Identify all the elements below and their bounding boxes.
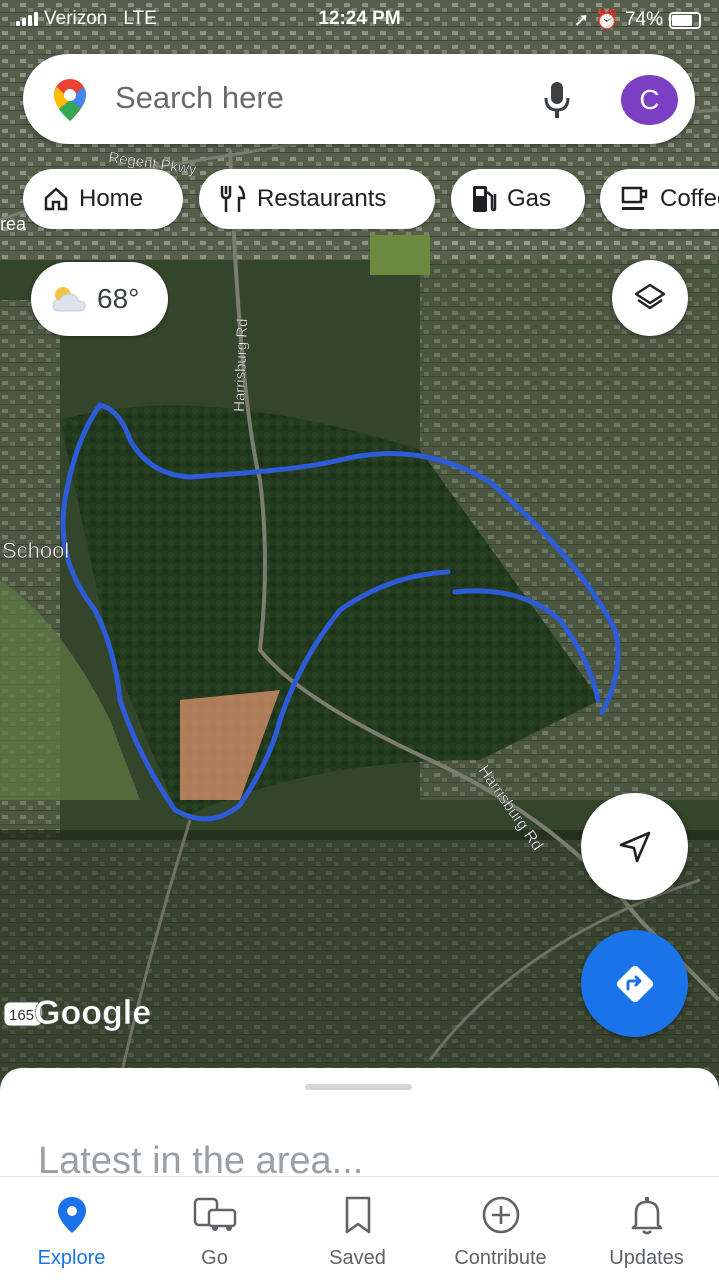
nav-go-label: Go bbox=[201, 1247, 228, 1269]
search-input[interactable]: Search here bbox=[115, 80, 284, 116]
nav-contribute[interactable]: Contribute bbox=[429, 1195, 572, 1270]
map-label-harrisburg-1: Harrisburg Rd bbox=[231, 318, 251, 412]
map-label-school: School bbox=[2, 538, 69, 563]
home-icon bbox=[44, 187, 68, 211]
coffee-cup-icon bbox=[621, 186, 648, 210]
add-circle-icon bbox=[482, 1196, 519, 1234]
chip-coffee[interactable]: Coffee bbox=[600, 169, 719, 229]
navigation-arrow-icon bbox=[619, 831, 650, 862]
chip-gas[interactable]: Gas bbox=[451, 169, 585, 229]
sheet-drag-handle[interactable] bbox=[305, 1084, 412, 1090]
layers-button[interactable] bbox=[612, 260, 688, 336]
status-bar: Verizon LTE 12:24 PM ➚ ⏰ 74% bbox=[0, 0, 719, 40]
alarm-icon: ⏰ bbox=[595, 10, 619, 31]
nav-updates[interactable]: Updates bbox=[575, 1195, 718, 1270]
bell-icon bbox=[631, 1197, 662, 1235]
directions-icon bbox=[616, 965, 653, 1002]
fork-knife-icon bbox=[220, 185, 246, 212]
directions-button[interactable] bbox=[581, 930, 688, 1037]
search-bar[interactable]: Search here C bbox=[23, 54, 695, 144]
battery-percent: 74% bbox=[624, 9, 663, 30]
account-avatar[interactable]: C bbox=[621, 75, 678, 125]
weather-temperature: 68° bbox=[97, 283, 140, 314]
google-maps-logo-icon bbox=[54, 79, 86, 121]
bookmark-icon bbox=[345, 1196, 370, 1234]
nav-go[interactable]: Go bbox=[143, 1195, 286, 1270]
microphone-icon[interactable] bbox=[543, 80, 571, 120]
chip-coffee-label: Coffee bbox=[660, 185, 719, 212]
nav-updates-label: Updates bbox=[609, 1247, 684, 1269]
bottom-navigation: Explore Go Saved Contribute Updates bbox=[0, 1176, 719, 1280]
chip-restaurants[interactable]: Restaurants bbox=[199, 169, 435, 229]
chip-home-label: Home bbox=[79, 185, 144, 212]
nav-saved[interactable]: Saved bbox=[286, 1195, 429, 1270]
nav-contribute-label: Contribute bbox=[454, 1247, 547, 1269]
layers-icon bbox=[634, 283, 666, 310]
category-chips: Home Restaurants Gas Coffee bbox=[0, 169, 719, 231]
my-location-button[interactable] bbox=[581, 793, 688, 900]
chip-home[interactable]: Home bbox=[23, 169, 183, 229]
google-logo: Google bbox=[34, 994, 151, 1032]
weather-chip[interactable]: 68° bbox=[31, 262, 168, 336]
svg-text:165: 165 bbox=[9, 1007, 34, 1024]
gas-pump-icon bbox=[473, 186, 497, 212]
battery-icon bbox=[669, 11, 701, 29]
location-arrow-icon: ➚ bbox=[573, 9, 590, 31]
nav-explore-label: Explore bbox=[37, 1247, 106, 1269]
chip-restaurants-label: Restaurants bbox=[257, 185, 387, 212]
nav-saved-label: Saved bbox=[329, 1247, 386, 1269]
nav-explore[interactable]: Explore bbox=[0, 1195, 143, 1270]
commute-icon bbox=[193, 1197, 236, 1231]
partly-cloudy-icon bbox=[52, 287, 86, 312]
chip-gas-label: Gas bbox=[507, 185, 552, 212]
pin-icon bbox=[57, 1197, 86, 1233]
